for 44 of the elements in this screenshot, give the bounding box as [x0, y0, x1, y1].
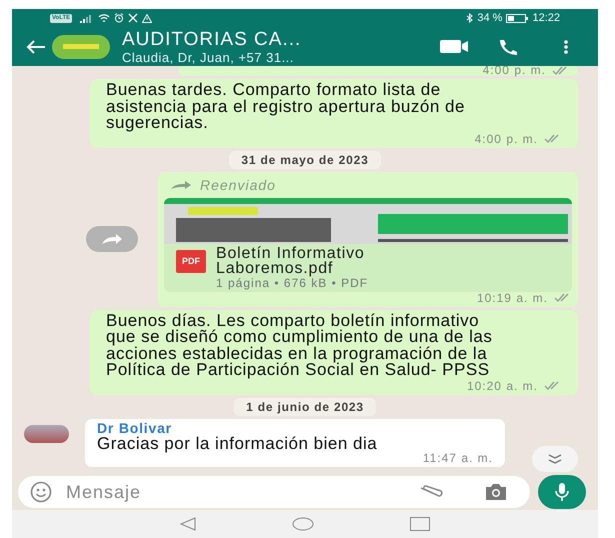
message-field[interactable]: Mensaje: [66, 478, 418, 506]
file-name: Boletín Informativo Laboremos.pdf: [216, 246, 366, 276]
warning-icon: [142, 14, 152, 22]
message-text: Buenos días. Les comparto boletín informativo que se diseñó como cumplimiento de una de las acciones establecidas en la programación de la Política de Participación Social en Salud- PPSS: [106, 312, 494, 378]
forwarded-label: Reenviado: [200, 176, 276, 194]
message-time: 10:19 a. m.: [476, 292, 548, 304]
emoji-icon[interactable]: [30, 481, 52, 503]
phone-icon[interactable]: [498, 38, 518, 54]
scroll-down-button[interactable]: [532, 446, 578, 472]
sender-name[interactable]: Dr Bolivar: [97, 420, 493, 436]
message-time: 11:47 a. m.: [422, 452, 493, 465]
recents-square-icon[interactable]: [410, 517, 430, 531]
clock-time: 12:22: [532, 10, 560, 26]
file-details: 1 página • 676 kB • PDF: [216, 276, 370, 290]
alarm-icon: [114, 13, 124, 23]
forward-icon: [101, 233, 123, 245]
battery-percentage: 34 %: [477, 10, 502, 26]
date-chip: 31 de mayo de 2023: [229, 150, 381, 168]
message-text: Buenas tardes. Comparto formato lista de asistencia para el registro apertura buzón de sugerencias.: [106, 82, 466, 132]
group-avatar[interactable]: [52, 34, 110, 58]
paperclip-icon[interactable]: [418, 485, 444, 499]
bluetooth-icon: [466, 13, 474, 23]
double-chevron-icon: [548, 454, 562, 464]
camera-icon[interactable]: [484, 483, 508, 501]
microphone-icon: [555, 483, 569, 501]
back-triangle-icon[interactable]: [180, 517, 196, 531]
forwarded-arrow-icon: [170, 180, 192, 190]
pdf-badge: PDF: [176, 250, 206, 273]
home-circle-icon[interactable]: [292, 517, 314, 531]
microphone-button[interactable]: [538, 475, 586, 509]
participants-list: Claudia, Dr, Juan, +57 31...: [122, 50, 302, 64]
message-text: Gracias por la información bien dia: [97, 436, 378, 452]
message-time: 4:00 p. m.: [474, 132, 538, 144]
forward-button[interactable]: [86, 226, 138, 252]
back-arrow-icon[interactable]: [26, 40, 46, 54]
sender-avatar[interactable]: [24, 424, 69, 442]
date-chip: 1 de junio de 2023: [234, 398, 376, 416]
wifi-icon: [98, 14, 110, 22]
message-time: 10:20 a. m.: [466, 380, 538, 392]
chat-title[interactable]: AUDITORIAS CA...: [122, 30, 302, 48]
battery-icon: [506, 14, 528, 22]
menu-icon[interactable]: [564, 40, 568, 54]
message-input[interactable]: Mensaje: [18, 476, 530, 508]
video-call-icon[interactable]: [440, 40, 468, 53]
